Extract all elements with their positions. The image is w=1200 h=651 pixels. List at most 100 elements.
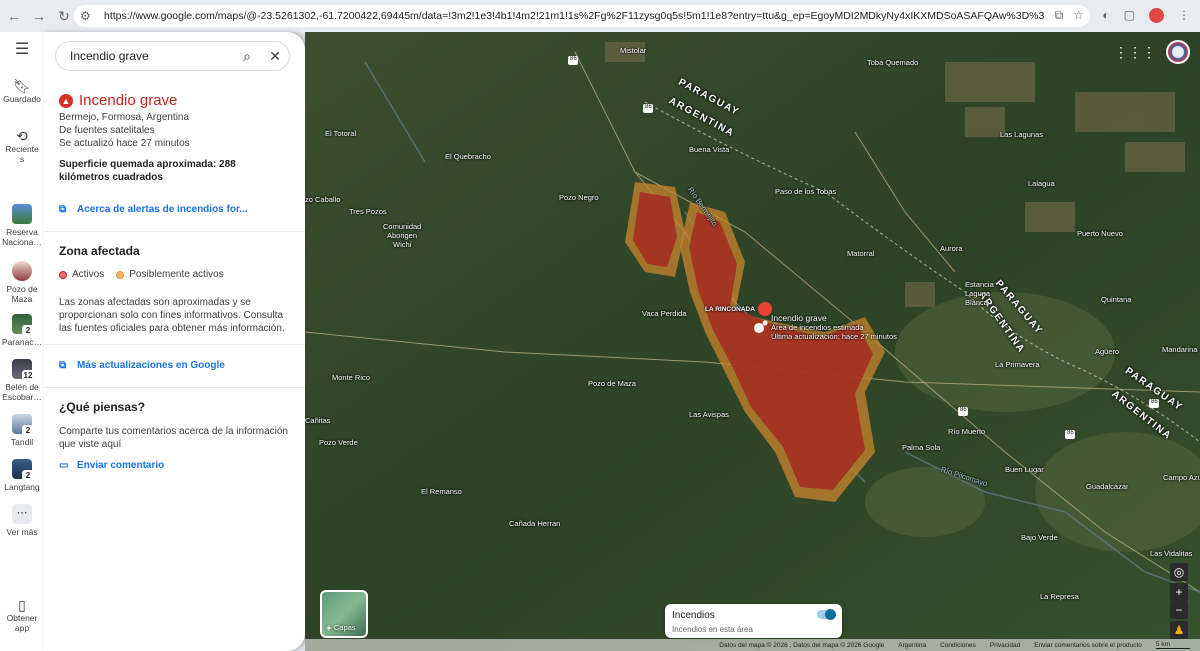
- attribution-region[interactable]: Argentina: [898, 642, 926, 649]
- recent-place-2[interactable]: Pozo de Maza: [0, 261, 44, 304]
- place-label: Langtang: [4, 482, 40, 492]
- place-label: La Represa: [1040, 592, 1079, 601]
- place-label: Guadalcázar: [1086, 482, 1129, 491]
- open-in-new-icon: ⧉: [59, 204, 67, 215]
- my-location-button[interactable]: ◎: [1170, 563, 1188, 581]
- recent-place-5[interactable]: 2 Tandil: [0, 414, 44, 447]
- place-label-2: Maza: [11, 294, 33, 304]
- feedback-title: ¿Qué piensas?: [59, 400, 146, 414]
- back-icon[interactable]: ←: [3, 5, 25, 27]
- place-label: Campo Azul: [1163, 473, 1200, 482]
- alerts-info-link[interactable]: ⧉ Acerca de alertas de incendios for...: [59, 204, 248, 215]
- get-app-button[interactable]: ▯ Obtener app: [0, 597, 44, 633]
- address-bar[interactable]: ⚙ https://www.google.com/maps/@-23.52613…: [74, 5, 1090, 27]
- get-app-label-2: app: [14, 623, 30, 633]
- place-label: Mistolar: [620, 46, 647, 55]
- place-label: Vaca Perdida: [642, 309, 687, 318]
- legend-active-label: Activos: [72, 269, 105, 280]
- left-rail: ☰ 🔖︎ Guardado ⟲ Reciente s Reserva Nacio…: [0, 32, 44, 651]
- open-in-new-icon: ⧉: [59, 360, 67, 371]
- terms-link[interactable]: Condiciones: [940, 642, 976, 649]
- fires-toggle[interactable]: [817, 609, 836, 620]
- zoom-in-button[interactable]: +: [1170, 583, 1188, 601]
- layers-text: Capas: [333, 623, 356, 632]
- fire-icon: ▲: [59, 93, 73, 108]
- legend-possible-label: Posiblemente activos: [129, 269, 224, 280]
- place-label: Reserva: [6, 227, 38, 237]
- menu-button[interactable]: ☰: [0, 41, 44, 58]
- place-label: Paso de los Tobas: [775, 187, 837, 196]
- close-icon[interactable]: ✕: [261, 48, 289, 65]
- place-label: Aborigen: [387, 231, 418, 240]
- install-app-icon[interactable]: ⧉: [1055, 8, 1064, 23]
- more-updates-label: Más actualizaciones en Google: [77, 360, 225, 371]
- satellite-map[interactable]: 86 86 86 86 86 PARAGUAY ARGENTINA PARAGU…: [305, 32, 1200, 651]
- see-more-button[interactable]: ⋯ Ver más: [0, 504, 44, 537]
- apps-grid-icon[interactable]: ⋮⋮⋮: [1114, 44, 1156, 61]
- hamburger-icon: ☰: [14, 41, 30, 58]
- fire-popup-title[interactable]: Incendio grave: [771, 313, 827, 323]
- recent-place-3[interactable]: 2 Paranac…: [0, 314, 44, 347]
- place-thumbnail: 2: [12, 314, 34, 336]
- fires-card-subtitle: Incendios en esta área: [672, 625, 753, 634]
- url-text[interactable]: https://www.google.com/maps/@-23.5261302…: [104, 10, 1044, 22]
- count-badge: 2: [22, 325, 34, 336]
- bookmark-icon: 🔖︎: [13, 78, 31, 94]
- profile-avatar[interactable]: [1149, 8, 1164, 23]
- place-thumbnail: [12, 204, 32, 224]
- place-label: Wichi: [393, 240, 412, 249]
- place-label: Matorral: [847, 249, 875, 258]
- map-attribution: Datos del mapa © 2026 , Datos del mapa ©…: [305, 639, 1200, 651]
- fire-source: De fuentes satelitales: [59, 125, 155, 136]
- place-label: zo Caballo: [305, 195, 341, 204]
- route-shield: 86: [960, 407, 967, 413]
- privacy-link[interactable]: Privacidad: [990, 642, 1020, 649]
- forward-icon[interactable]: →: [28, 5, 50, 27]
- reload-icon[interactable]: ↻: [53, 5, 75, 27]
- place-panel: Incendio grave ⌕ ✕ ▲ Incendio grave Berm…: [44, 32, 305, 651]
- recent-label: Reciente: [5, 144, 39, 154]
- phone-icon: ▯: [18, 597, 26, 613]
- fire-updated: Se actualizó hace 27 minutos: [59, 138, 190, 149]
- site-settings-icon[interactable]: ⚙: [80, 9, 100, 23]
- recent-place-1[interactable]: Reserva Naciona…: [0, 204, 44, 247]
- place-label: Puerto Nuevo: [1077, 229, 1123, 238]
- send-feedback-link[interactable]: ▭ Enviar comentario: [59, 460, 164, 471]
- extensions-puzzle-icon[interactable]: ▢: [1124, 8, 1135, 23]
- zoom-out-button[interactable]: −: [1170, 601, 1188, 619]
- search-icon[interactable]: ⌕: [233, 48, 261, 65]
- bookmark-star-icon[interactable]: ☆: [1073, 8, 1084, 23]
- place-label: Tandil: [10, 437, 34, 447]
- count-badge: 2: [22, 425, 34, 436]
- place-label: Toba Quemado: [867, 58, 919, 67]
- place-label: Cañitas: [305, 416, 331, 425]
- place-label: Las Avispas: [689, 410, 729, 419]
- street-view-pegman[interactable]: ♟: [1170, 621, 1188, 639]
- place-label: Tres Pozos: [349, 207, 387, 216]
- saved-label: Guardado: [3, 94, 41, 104]
- place-label: Monte Rico: [332, 373, 370, 382]
- saved-button[interactable]: 🔖︎ Guardado: [0, 78, 44, 104]
- place-label: El Totoral: [325, 129, 357, 138]
- place-label: Agüero: [1095, 347, 1120, 356]
- divider: [44, 387, 305, 388]
- layers-button[interactable]: ◈ Capas: [320, 590, 368, 638]
- account-avatar[interactable]: [1166, 40, 1190, 64]
- fire-popup-line1: Área de incendios estimada: [771, 323, 864, 332]
- recent-label-wrap: s: [19, 154, 25, 164]
- more-updates-link[interactable]: ⧉ Más actualizaciones en Google: [59, 360, 225, 371]
- feedback-icon: ▭: [59, 460, 69, 471]
- search-input[interactable]: Incendio grave: [70, 49, 233, 63]
- extension-icon[interactable]: ◐: [1102, 8, 1109, 23]
- see-more-label: Ver más: [6, 527, 38, 537]
- recent-place-4[interactable]: 12 Belén de Escobar…: [0, 359, 44, 402]
- browser-menu-icon[interactable]: ⋮: [1178, 8, 1190, 23]
- place-label: Pozo Verde: [319, 438, 358, 447]
- recent-button[interactable]: ⟲ Reciente s: [0, 129, 44, 164]
- feedback-text: Comparte tus comentarios acerca de la in…: [59, 426, 288, 450]
- fires-layer-card[interactable]: Incendios Incendios en esta área: [665, 604, 842, 638]
- browser-toolbar: ← → ↻ ⚙ https://www.google.com/maps/@-23…: [0, 0, 1200, 32]
- search-box[interactable]: Incendio grave ⌕ ✕: [55, 41, 290, 71]
- recent-place-6[interactable]: 2 Langtang: [0, 459, 44, 492]
- feedback-link[interactable]: Enviar comentarios sobre el producto: [1034, 642, 1142, 649]
